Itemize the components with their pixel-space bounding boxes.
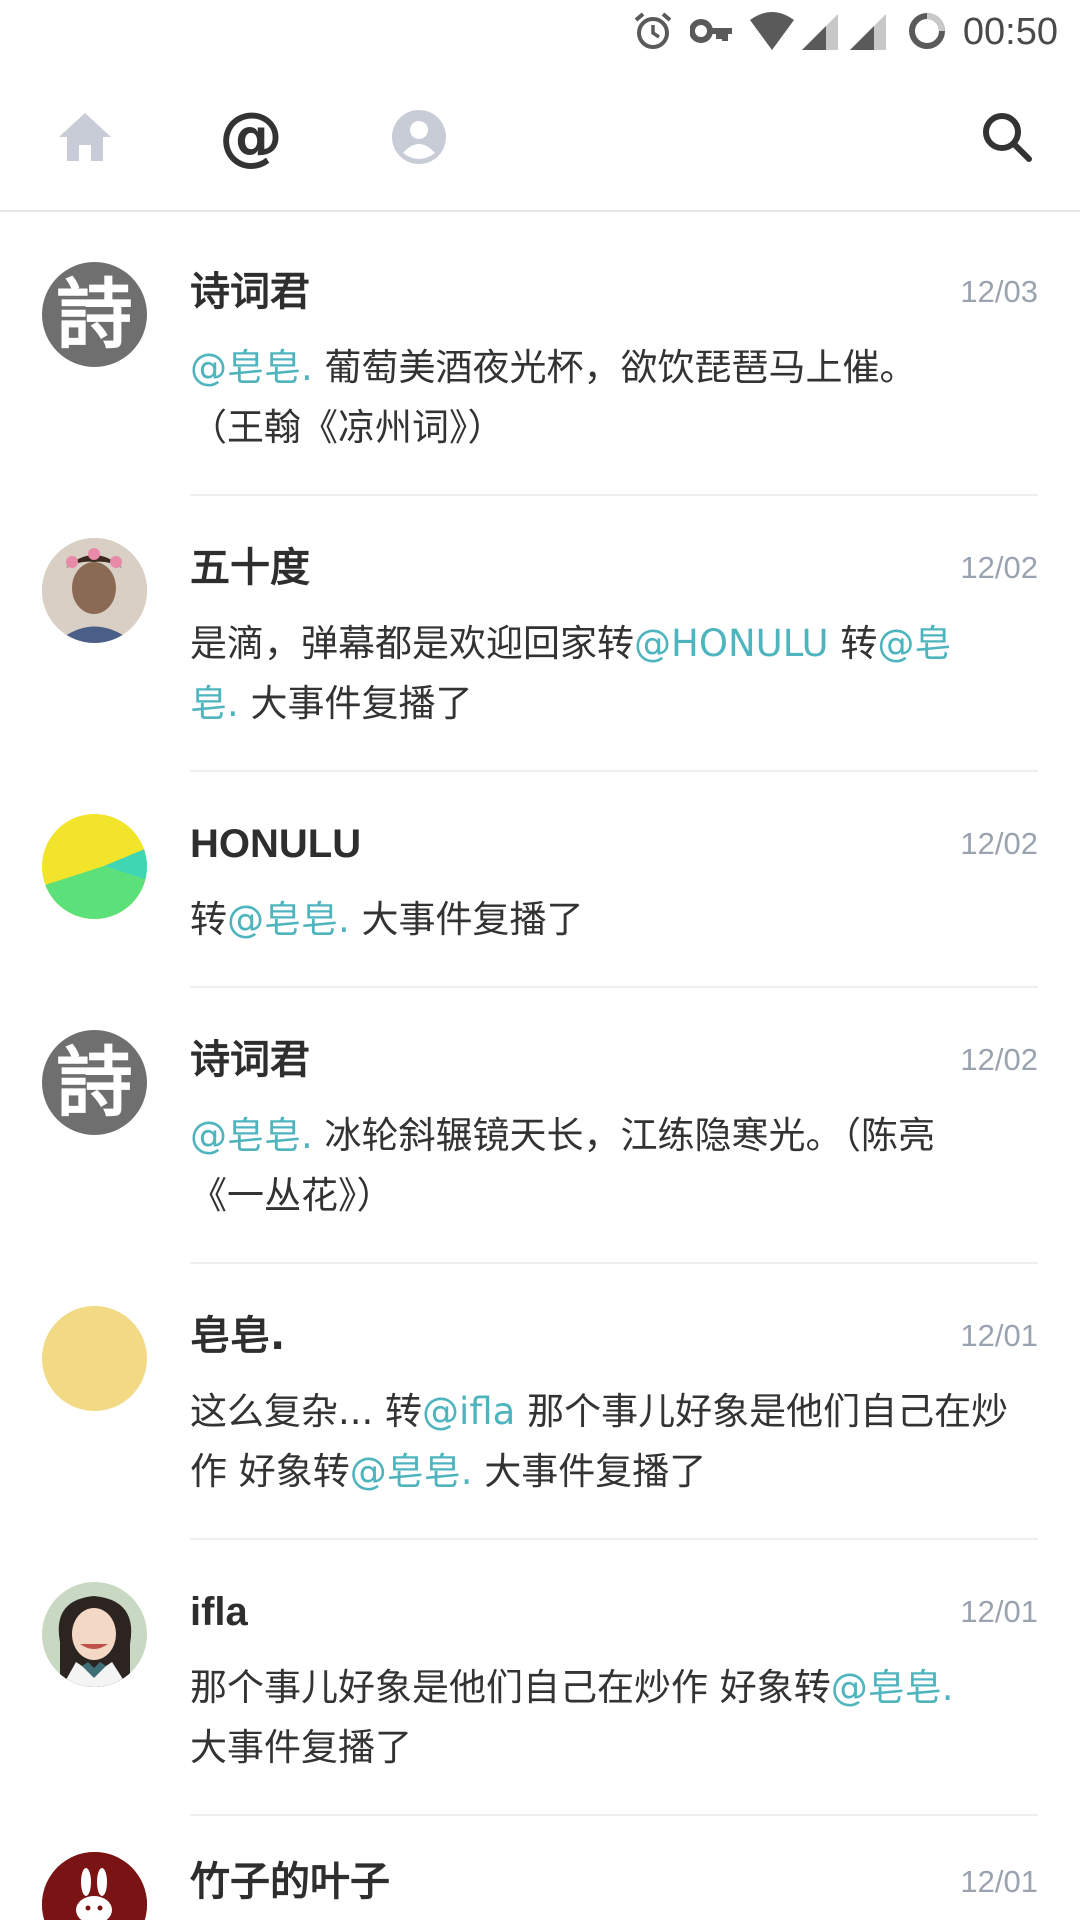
author-name: 皂皂. xyxy=(190,1313,286,1359)
mention-link[interactable]: @ifla xyxy=(422,1390,515,1433)
color-avatar xyxy=(42,814,147,919)
mention-link[interactable]: @HONULU xyxy=(634,622,829,665)
search-button[interactable] xyxy=(952,63,1062,210)
avatar xyxy=(42,538,147,643)
message-text: 这么复杂... 转@ifla 那个事儿好象是他们自己在炒作 好象转@皂皂. 大事… xyxy=(190,1390,1009,1493)
home-icon xyxy=(59,112,111,161)
message-text: @皂皂. 葡萄美酒夜光杯，欲饮琵琶马上催。（王翰《凉州词》） xyxy=(190,346,917,449)
author-name: 诗词君 xyxy=(190,1037,310,1083)
avatar: 詩 xyxy=(42,262,147,367)
message-text: 那个事儿好象是他们自己在炒作 好象转@皂皂. 大事件复播了 xyxy=(190,1666,954,1769)
author-name: HONULU xyxy=(190,822,362,866)
author-name: 竹子的叶子 xyxy=(190,1859,390,1905)
author-name: ifla xyxy=(190,1590,248,1634)
message-text: 是滴，弹幕都是欢迎回家转@HONULU 转@皂皂. 大事件复播了 xyxy=(190,622,952,725)
status-time: 00:50 xyxy=(962,11,1058,53)
top-nav-bar: @ xyxy=(0,63,1080,212)
signal-icon-2 xyxy=(850,14,886,50)
post-date: 12/02 xyxy=(960,1042,1038,1077)
tab-home[interactable] xyxy=(30,63,140,210)
feed-item[interactable]: HONULU 12/02 转@皂皂. 大事件复播了 xyxy=(0,764,1080,988)
feed-item[interactable]: 皂皂. 12/01 这么复杂... 转@ifla 那个事儿好象是他们自己在炒作 … xyxy=(0,1256,1080,1540)
mention-link[interactable]: @皂皂. xyxy=(831,1666,954,1709)
avatar xyxy=(42,1582,147,1687)
signal-icon xyxy=(802,14,838,50)
post-date: 12/02 xyxy=(960,826,1038,861)
feed-item[interactable]: 五十度 12/02 是滴，弹幕都是欢迎回家转@HONULU 转@皂皂. 大事件复… xyxy=(0,488,1080,772)
mention-icon: @ xyxy=(219,99,283,174)
mention-link[interactable]: @皂皂. xyxy=(350,1450,473,1493)
message-text: @皂皂. 冰轮斜辗镜天长，江练隐寒光。（陈亮《一丛花》） xyxy=(190,1114,936,1217)
post-date: 12/01 xyxy=(960,1318,1038,1353)
tab-profile[interactable] xyxy=(364,63,474,210)
feed-item[interactable]: ifla 12/01 那个事儿好象是他们自己在炒作 好象转@皂皂. 大事件复播了 xyxy=(0,1532,1080,1816)
mention-link[interactable]: @皂皂. xyxy=(227,898,350,941)
post-date: 12/02 xyxy=(960,550,1038,585)
user-photo-avatar xyxy=(42,538,147,643)
rabbit-icon xyxy=(42,1852,147,1920)
mention-link[interactable]: @皂皂. xyxy=(190,1114,313,1157)
mentions-feed: 詩 诗词君 12/03 @皂皂. 葡萄美酒夜光杯，欲饮琵琶马上催。（王翰《凉州词… xyxy=(0,212,1080,1920)
post-date: 12/01 xyxy=(960,1594,1038,1629)
mentions-screen: 00:50 @ 詩 诗词君 12/03 @皂皂. 葡萄美酒夜光杯，欲饮琵琶马上催… xyxy=(0,0,1080,1920)
tab-mentions[interactable]: @ xyxy=(196,63,306,210)
post-date: 12/01 xyxy=(960,1864,1038,1899)
alarm-icon xyxy=(634,12,672,49)
user-photo-avatar xyxy=(42,1582,147,1687)
feed-item[interactable]: 詩 诗词君 12/02 @皂皂. 冰轮斜辗镜天长，江练隐寒光。（陈亮《一丛花》） xyxy=(0,980,1080,1264)
avatar xyxy=(42,1306,147,1411)
profile-icon xyxy=(392,109,446,164)
author-name: 诗词君 xyxy=(190,269,310,315)
avatar: 詩 xyxy=(42,1030,147,1135)
avatar xyxy=(42,814,147,919)
post-date: 12/03 xyxy=(960,274,1038,309)
status-bar: 00:50 xyxy=(0,0,1080,63)
author-name: 五十度 xyxy=(190,545,310,591)
search-icon xyxy=(983,112,1032,162)
mention-link[interactable]: @皂皂. xyxy=(190,346,313,389)
avatar xyxy=(42,1852,147,1920)
vpn-key-icon xyxy=(690,19,732,43)
loading-ring-icon xyxy=(909,13,945,49)
feed-item[interactable]: 詩 诗词君 12/03 @皂皂. 葡萄美酒夜光杯，欲饮琵琶马上催。（王翰《凉州词… xyxy=(0,212,1080,496)
feed-item[interactable]: 竹子的叶子 12/01 xyxy=(0,1808,1080,1920)
message-text: 转@皂皂. 大事件复播了 xyxy=(190,898,584,941)
wifi-icon xyxy=(750,12,794,50)
